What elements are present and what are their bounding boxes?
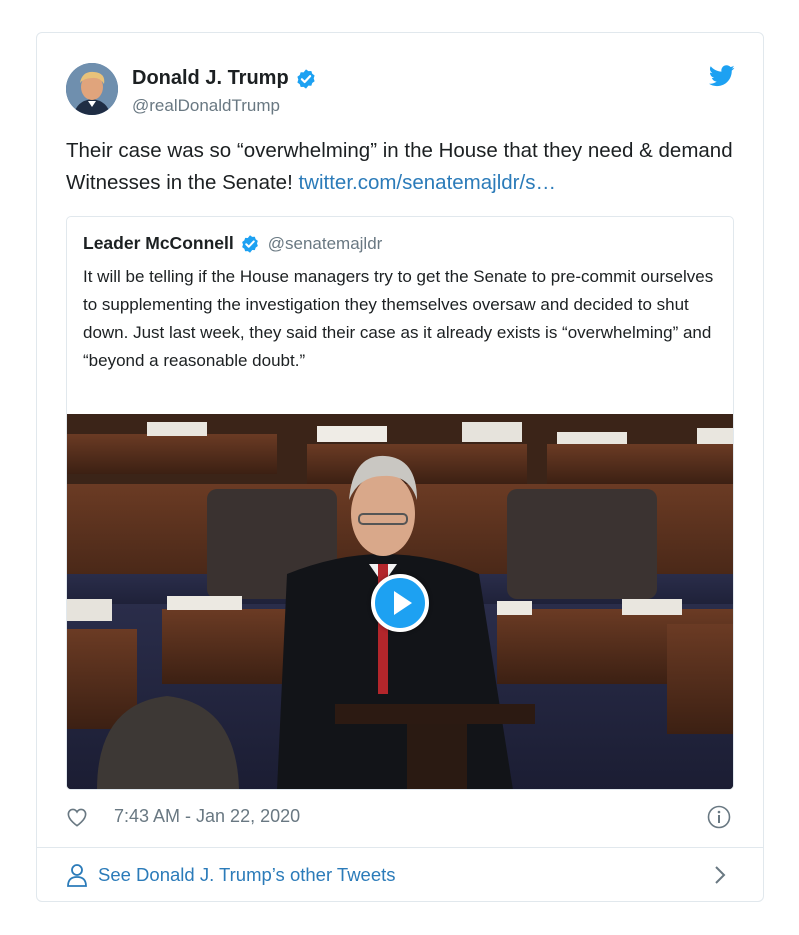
tweet-text: Their case was so “overwhelming” in the … [66,135,746,199]
quoted-author-handle[interactable]: @senatemajldr [268,234,383,254]
footer-divider [37,847,763,848]
quoted-tweet[interactable]: Leader McConnell @senatemajldr It will b… [66,216,734,790]
info-icon[interactable] [707,805,731,829]
video-thumbnail[interactable] [67,414,733,789]
quoted-author-name[interactable]: Leader McConnell [83,233,234,254]
author-name[interactable]: Donald J. Trump [132,67,289,90]
timestamp[interactable]: 7:43 AM - Jan 22, 2020 [114,806,300,827]
tweet-link[interactable]: twitter.com/senatemajldr/s… [298,171,555,194]
footer[interactable]: See Donald J. Trump’s other Tweets [66,861,735,891]
tweet-header: Donald J. Trump @realDonaldTrump [66,63,735,119]
tweet-meta: 7:43 AM - Jan 22, 2020 [66,805,735,831]
twitter-bird-icon[interactable] [709,65,735,87]
chevron-right-icon[interactable] [713,865,727,885]
author-handle[interactable]: @realDonaldTrump [132,96,280,116]
verified-badge-icon [297,68,315,89]
avatar[interactable] [66,63,118,115]
embedded-tweet-card: Donald J. Trump @realDonaldTrump Their c… [36,32,764,902]
person-icon [67,864,87,887]
verified-badge-icon [241,234,258,253]
heart-icon[interactable] [66,807,88,827]
play-icon[interactable] [371,574,429,632]
quoted-tweet-text: It will be telling if the House managers… [83,267,714,370]
see-other-tweets-link[interactable]: See Donald J. Trump’s other Tweets [98,864,396,886]
